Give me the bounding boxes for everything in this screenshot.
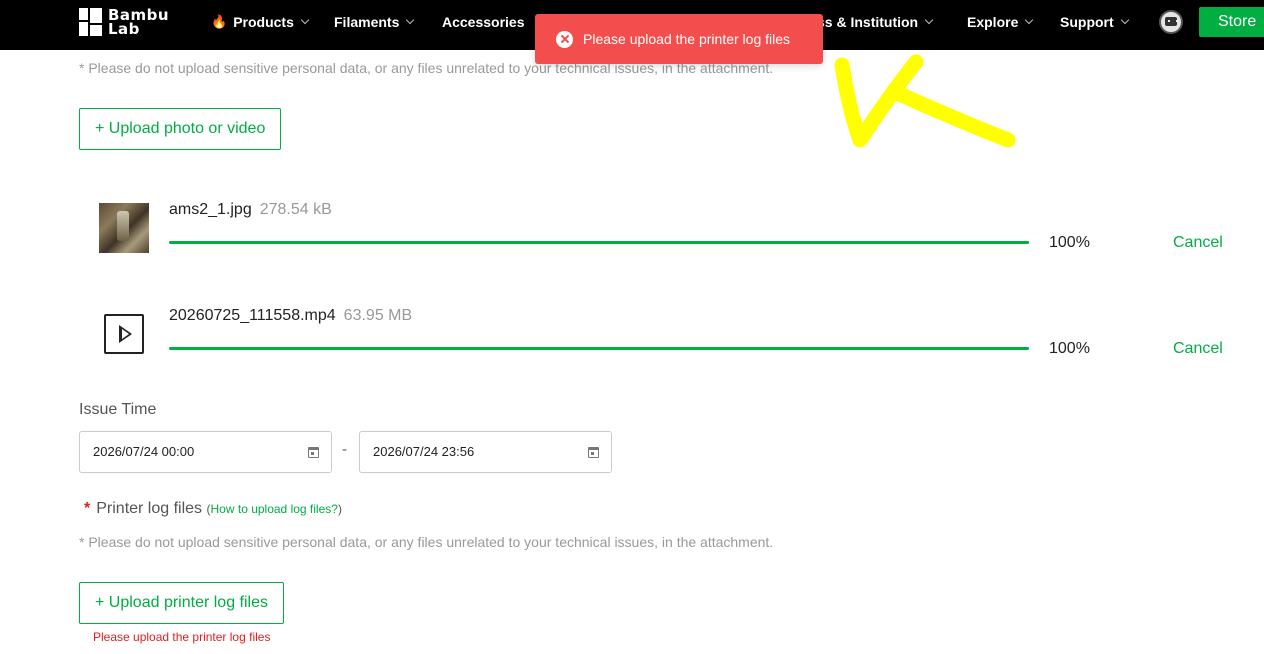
nav-support[interactable]: Support (1060, 14, 1129, 30)
nav-label: Filaments (334, 14, 400, 30)
upload-progress-bar (169, 241, 1029, 244)
upload-progress-bar (169, 347, 1029, 350)
how-to-upload-log-link[interactable]: How to upload log files? (211, 502, 338, 516)
list-item: 20260725_111558.mp4 63.95 MB 100% Cancel (79, 307, 1229, 384)
upload-printer-log-button[interactable]: + Upload printer log files (79, 582, 284, 624)
logo-mark-icon (79, 8, 102, 36)
chevron-down-icon (300, 15, 310, 25)
chevron-down-icon (924, 15, 934, 25)
store-button[interactable]: Store (1199, 7, 1264, 37)
printer-log-files-label: * Printer log files (How to upload log fi… (84, 500, 342, 517)
end-date-value: 2026/07/24 23:56 (373, 444, 475, 459)
nav-label: ss & Institution (817, 14, 919, 30)
chevron-down-icon (1025, 15, 1034, 25)
upload-percent-label: 100% (1049, 234, 1090, 251)
nav-accessories[interactable]: Accessories (442, 14, 525, 30)
issue-time-label: Issue Time (79, 401, 157, 418)
nav-label: Accessories (442, 14, 525, 30)
cancel-upload-button[interactable]: Cancel (1173, 234, 1223, 252)
file-size-label: 63.95 MB (343, 307, 413, 324)
start-date-value: 2026/07/24 00:00 (93, 444, 195, 459)
file-name-label: 20260725_111558.mp4 63.95 MB (169, 307, 413, 324)
calendar-icon[interactable] (308, 447, 319, 458)
nav-label: Explore (967, 14, 1019, 30)
chevron-down-icon (1120, 15, 1129, 25)
video-play-icon (104, 314, 144, 354)
calendar-icon[interactable] (588, 447, 599, 458)
log-privacy-note: * Please do not upload sensitive persona… (79, 534, 774, 550)
nav-products[interactable]: 🔥 Products (211, 14, 310, 30)
log-files-error-message: Please upload the printer log files (93, 630, 271, 644)
logo-text: Bambu Lab (108, 6, 170, 38)
issue-end-date-input[interactable]: 2026/07/24 23:56 (359, 431, 612, 473)
nav-explore[interactable]: Explore (967, 14, 1034, 30)
nav-label: Products (233, 14, 294, 30)
upload-photo-video-button[interactable]: + Upload photo or video (79, 108, 282, 150)
progress-fill (169, 241, 1029, 244)
image-thumbnail (99, 203, 149, 253)
bambu-lab-logo[interactable]: Bambu Lab (79, 6, 170, 38)
date-range-separator: - (342, 441, 347, 458)
user-avatar-icon[interactable] (1159, 10, 1183, 34)
fire-icon: 🔥 (211, 14, 228, 29)
nav-business-institution[interactable]: ss & Institution (817, 14, 934, 30)
annotation-arrow-icon (834, 54, 1016, 148)
error-toast: Please upload the printer log files (535, 14, 823, 64)
chevron-down-icon (406, 15, 415, 25)
toast-message: Please upload the printer log files (583, 31, 791, 47)
file-name-label: ams2_1.jpg 278.54 kB (169, 201, 332, 218)
nav-filaments[interactable]: Filaments (334, 14, 415, 30)
issue-start-date-input[interactable]: 2026/07/24 00:00 (79, 431, 332, 473)
file-size-label: 278.54 kB (259, 201, 332, 218)
error-circle-icon (556, 30, 573, 48)
progress-fill (169, 347, 1029, 350)
upload-percent-label: 100% (1049, 340, 1090, 357)
list-item: ams2_1.jpg 278.54 kB 100% Cancel (79, 201, 1229, 273)
required-asterisk: * (84, 500, 91, 517)
cancel-upload-button[interactable]: Cancel (1173, 340, 1223, 358)
nav-label: Support (1060, 14, 1114, 30)
